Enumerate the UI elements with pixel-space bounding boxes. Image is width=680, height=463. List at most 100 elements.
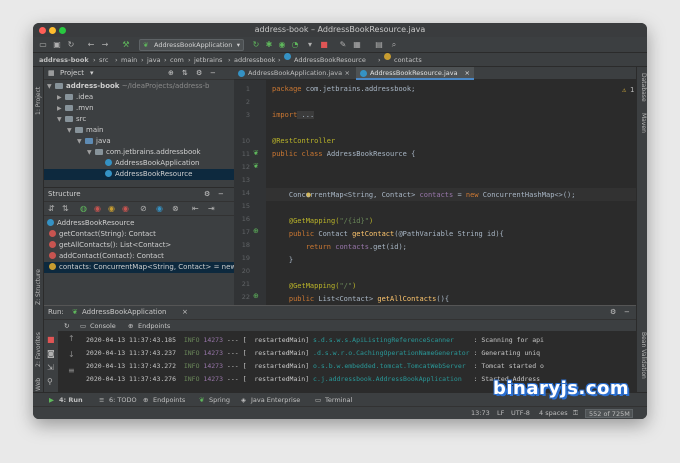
structure-tool-tab[interactable]: Z: Structure bbox=[35, 269, 42, 305]
minus-icon[interactable]: − bbox=[218, 188, 224, 201]
project-tool-tab[interactable]: 1: Project bbox=[35, 87, 42, 115]
scroll-up-icon[interactable]: ↑ bbox=[68, 334, 75, 343]
breadcrumb-item-com[interactable]: com bbox=[170, 53, 184, 67]
show-non-public-icon[interactable]: ◉ bbox=[122, 202, 129, 216]
tree-item-application-class[interactable]: AddressBookApplication bbox=[44, 158, 234, 169]
show-fields-icon[interactable]: ◉ bbox=[108, 202, 115, 216]
spring-bean-gutter-icon[interactable]: ❦ bbox=[253, 162, 259, 170]
autoscroll-from-source-icon[interactable]: ⇥ bbox=[208, 202, 215, 216]
tab-application-java[interactable]: AddressBookApplication.java × bbox=[234, 67, 354, 80]
tree-item-src[interactable]: ▼ src bbox=[44, 114, 234, 125]
file-encoding[interactable]: UTF-8 bbox=[511, 407, 530, 419]
close-icon[interactable]: ⊗ bbox=[172, 202, 179, 216]
show-properties-icon[interactable]: ◍ bbox=[80, 202, 87, 216]
caret-position[interactable]: 13:73 bbox=[471, 407, 490, 419]
coverage-icon[interactable]: ◉ bbox=[277, 40, 287, 50]
breadcrumb-item-java[interactable]: java bbox=[147, 53, 161, 67]
show-inherited-icon[interactable]: ◉ bbox=[94, 202, 101, 216]
structure-item-field[interactable]: contacts: ConcurrentMap<String, Contact>… bbox=[44, 262, 234, 273]
tab-endpoints[interactable]: Endpoints bbox=[138, 320, 170, 332]
memory-indicator[interactable]: 552 of 725M bbox=[585, 409, 633, 418]
project-structure-icon[interactable]: ▦ bbox=[352, 40, 362, 50]
tab-run[interactable]: 4: Run bbox=[59, 393, 83, 407]
tree-item-mvn[interactable]: ▶ .mvn bbox=[44, 103, 234, 114]
forward-arrow-icon[interactable]: → bbox=[100, 40, 110, 50]
close-icon[interactable]: × bbox=[345, 67, 350, 80]
camera-icon[interactable]: ◙ bbox=[47, 349, 55, 358]
breadcrumb-item-address-book[interactable]: address-book bbox=[39, 53, 89, 67]
structure-item-method[interactable]: addContact(Contact): Contact bbox=[44, 251, 234, 262]
minus-icon[interactable]: − bbox=[624, 306, 630, 319]
show-lambdas-icon[interactable]: ⊘ bbox=[140, 202, 147, 216]
tree-item-address-book[interactable]: ▼ address-book ~/IdeaProjects/address-b bbox=[44, 81, 234, 92]
breadcrumb-item-resource[interactable]: AddressBookResource bbox=[294, 53, 366, 67]
lock-icon[interactable]: ⚿ bbox=[573, 407, 578, 419]
scroll-down-icon[interactable]: ↓ bbox=[68, 350, 75, 359]
bean-validation-tool-tab[interactable]: Bean Validation bbox=[640, 332, 647, 379]
autoscroll-to-source-icon[interactable]: ⇤ bbox=[192, 202, 199, 216]
tree-item-resource-class[interactable]: AddressBookResource bbox=[44, 169, 234, 180]
tab-spring[interactable]: Spring bbox=[209, 393, 230, 407]
tree-item-idea[interactable]: ▶ .idea bbox=[44, 92, 234, 103]
tree-item-main[interactable]: ▼ main bbox=[44, 125, 234, 136]
sync-icon[interactable]: ↻ bbox=[66, 40, 76, 50]
back-arrow-icon[interactable]: ← bbox=[86, 40, 96, 50]
project-panel-title[interactable]: Project bbox=[60, 67, 84, 80]
breadcrumb-item-addressbook[interactable]: addressbook bbox=[234, 53, 275, 67]
warning-icon[interactable]: ⚠ bbox=[622, 86, 626, 94]
rerun-icon[interactable]: ↻ bbox=[64, 320, 69, 332]
code-editor[interactable]: ● ⚠ 1 package com.jetbrains.addressbook;… bbox=[266, 80, 636, 305]
spring-bean-gutter-icon[interactable]: ❦ bbox=[253, 149, 259, 157]
tree-item-package[interactable]: ▼ com.jetbrains.addressbook bbox=[44, 147, 234, 158]
soft-wrap-icon[interactable]: ≡ bbox=[68, 366, 75, 375]
open-folder-icon[interactable]: ▭ bbox=[38, 40, 48, 50]
maven-tool-tab[interactable]: Maven bbox=[640, 113, 647, 133]
endpoint-gutter-icon[interactable]: ⊕ bbox=[253, 292, 259, 300]
zoom-window-button[interactable] bbox=[59, 27, 66, 34]
restore-layout-icon[interactable]: ⇲ bbox=[47, 363, 54, 372]
collapse-all-icon[interactable]: ⇅ bbox=[182, 67, 188, 80]
favorites-tool-tab[interactable]: 2: Favorites bbox=[35, 332, 42, 367]
sort-visibility-icon[interactable]: ⇅ bbox=[62, 202, 69, 216]
gear-icon[interactable]: ⚙ bbox=[196, 67, 202, 80]
pin-icon[interactable]: ⚲ bbox=[47, 377, 53, 386]
build-hammer-icon[interactable]: ⚒ bbox=[121, 40, 131, 50]
tab-console[interactable]: Console bbox=[90, 320, 116, 332]
locate-icon[interactable]: ⊕ bbox=[168, 67, 174, 80]
run-configuration-select[interactable]: ❦ AddressBookApplication ▾ bbox=[139, 39, 244, 51]
gear-icon[interactable]: ⚙ bbox=[610, 306, 616, 319]
breadcrumb-item-main[interactable]: main bbox=[121, 53, 137, 67]
search-icon[interactable]: ⌕ bbox=[389, 40, 399, 50]
structure-item-class[interactable]: AddressBookResource bbox=[44, 218, 234, 229]
tree-item-java[interactable]: ▼ java bbox=[44, 136, 234, 147]
close-icon[interactable]: × bbox=[182, 306, 188, 319]
close-window-button[interactable] bbox=[39, 27, 46, 34]
show-anonymous-icon[interactable]: ◉ bbox=[156, 202, 163, 216]
sort-alpha-icon[interactable]: ⇵ bbox=[48, 202, 55, 216]
more-run-options-icon[interactable]: ▾ bbox=[305, 40, 315, 50]
indent-setting[interactable]: 4 spaces bbox=[539, 407, 568, 419]
breadcrumb-item-contacts[interactable]: contacts bbox=[394, 53, 422, 67]
line-separator[interactable]: LF bbox=[497, 407, 504, 419]
chevron-down-icon[interactable]: ▾ bbox=[90, 67, 94, 80]
rerun-icon[interactable]: ↻ bbox=[251, 40, 261, 50]
database-tool-tab[interactable]: Database bbox=[640, 73, 647, 102]
minus-icon[interactable]: − bbox=[210, 67, 216, 80]
structure-item-method[interactable]: getContact(String): Contact bbox=[44, 229, 234, 240]
structure-item-method[interactable]: getAllContacts(): List<Contact> bbox=[44, 240, 234, 251]
breadcrumb-item-jetbrains[interactable]: jetbrains bbox=[194, 53, 222, 67]
profile-icon[interactable]: ◔ bbox=[290, 40, 300, 50]
tab-terminal[interactable]: Terminal bbox=[325, 393, 352, 407]
close-icon[interactable]: × bbox=[465, 67, 470, 80]
wrench-settings-icon[interactable]: ✎ bbox=[338, 40, 348, 50]
web-tool-tab[interactable]: Web bbox=[35, 378, 42, 391]
tab-todo[interactable]: 6: TODO bbox=[109, 393, 137, 407]
run-config-tab[interactable]: AddressBookApplication bbox=[82, 306, 166, 319]
layout-icon[interactable]: ▤ bbox=[374, 40, 384, 50]
tab-endpoints[interactable]: Endpoints bbox=[153, 393, 185, 407]
stop-icon[interactable]: ■ bbox=[319, 40, 329, 50]
save-icon[interactable]: ▣ bbox=[52, 40, 62, 50]
debug-bug-icon[interactable]: ✱ bbox=[264, 40, 274, 50]
minimize-window-button[interactable] bbox=[49, 27, 56, 34]
stop-icon[interactable]: ■ bbox=[47, 335, 55, 344]
